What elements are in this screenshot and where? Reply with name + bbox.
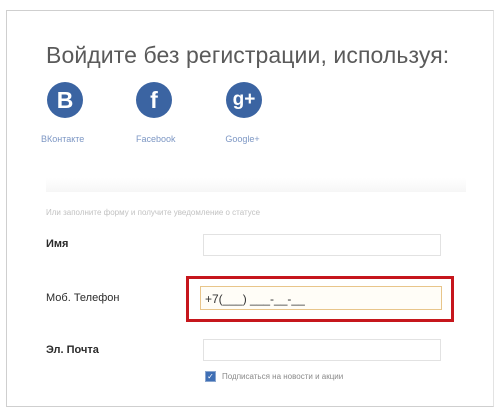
google-plus-icon[interactable]: g+ — [226, 82, 262, 118]
email-label: Эл. Почта — [46, 344, 99, 356]
vk-login[interactable]: B ВКонтакте — [41, 82, 84, 144]
vk-icon[interactable]: B — [47, 82, 83, 118]
email-field[interactable] — [203, 339, 441, 361]
subscribe-label[interactable]: Подписаться на новости и акции — [222, 372, 343, 381]
google-plus-label[interactable]: Google+ — [223, 134, 262, 144]
facebook-label[interactable]: Facebook — [136, 134, 176, 144]
phone-field[interactable]: +7(___) ___-__-__ — [200, 286, 442, 310]
vk-label[interactable]: ВКонтакте — [41, 134, 84, 144]
facebook-login[interactable]: f Facebook — [136, 82, 176, 144]
name-field[interactable] — [203, 234, 441, 256]
form-hint: Или заполните форму и получите уведомлен… — [46, 208, 261, 217]
divider — [46, 178, 466, 192]
check-icon[interactable]: ✓ — [205, 371, 216, 382]
page-title: Войдите без регистрации, используя: — [46, 42, 450, 68]
name-label: Имя — [46, 238, 69, 250]
phone-label: Моб. Телефон — [46, 292, 120, 304]
google-plus-login[interactable]: g+ Google+ — [223, 82, 262, 144]
subscribe-row[interactable]: ✓ Подписаться на новости и акции — [205, 371, 343, 382]
facebook-icon[interactable]: f — [136, 82, 172, 118]
